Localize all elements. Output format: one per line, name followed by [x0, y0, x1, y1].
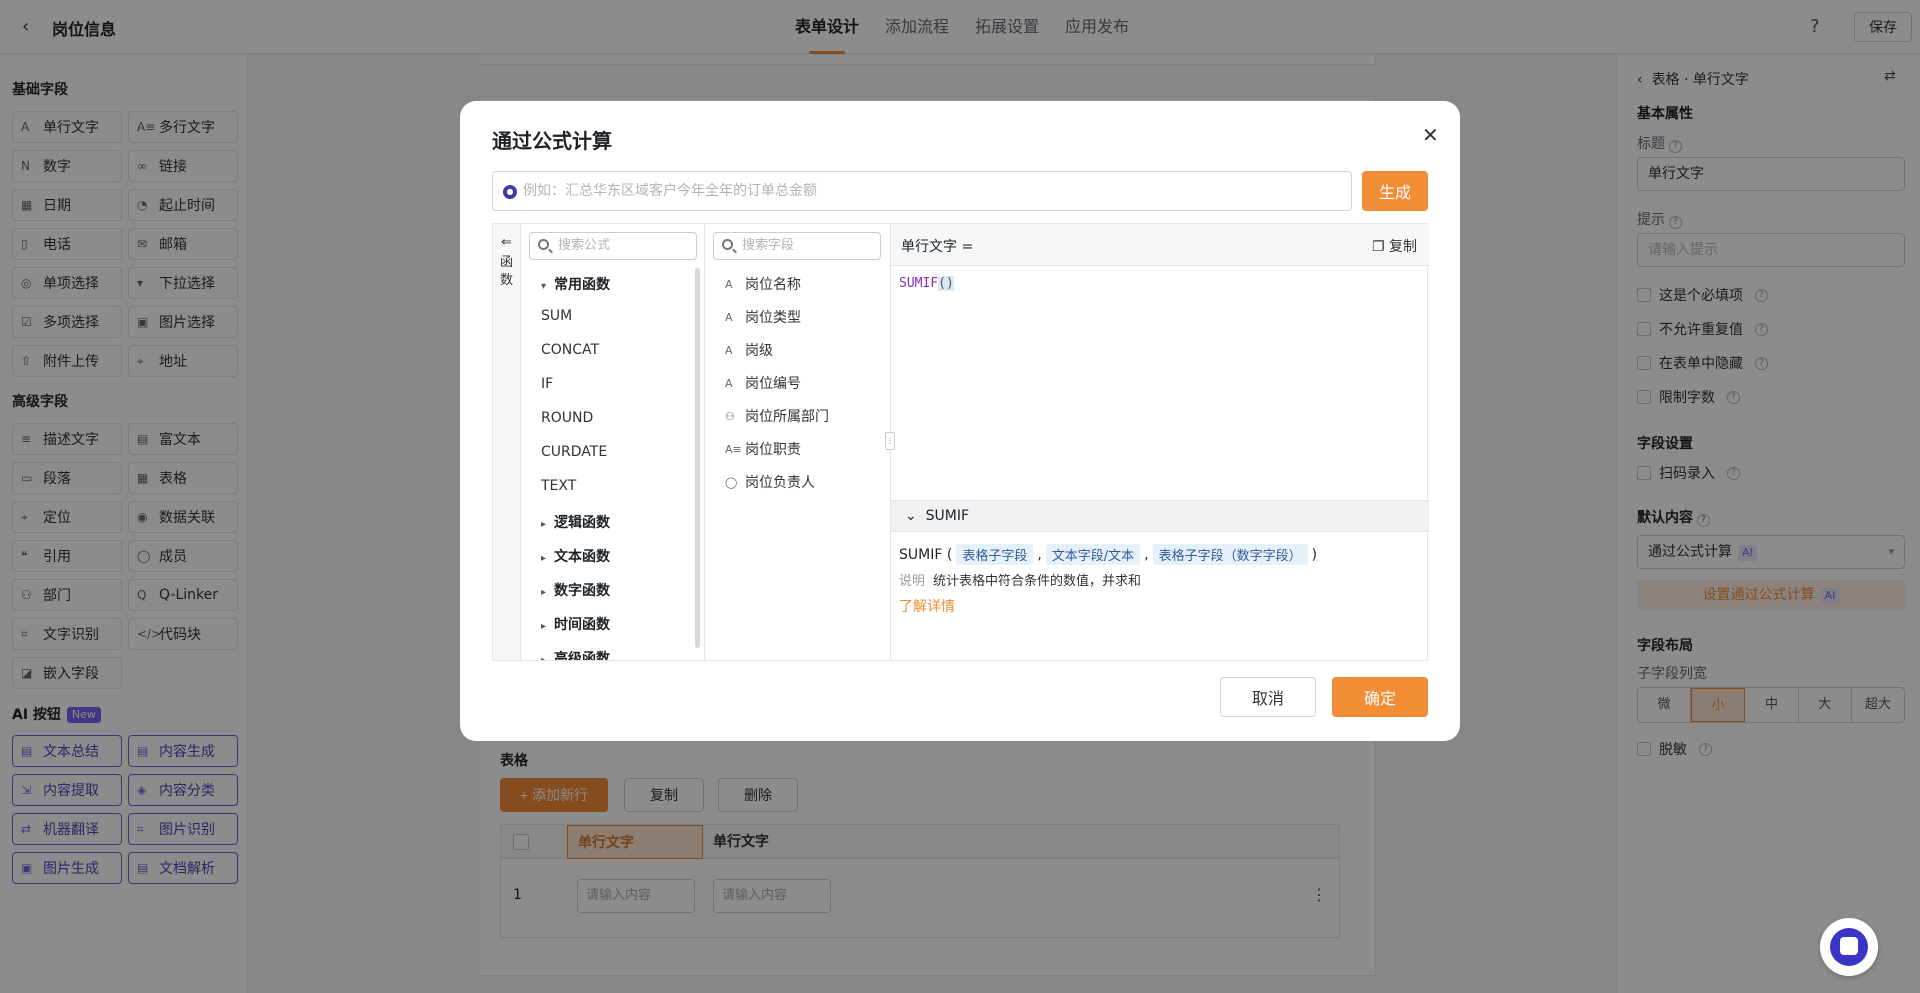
collapse-icon: ⇐: [501, 235, 512, 250]
function-group-logic[interactable]: 逻辑函数: [541, 512, 610, 532]
field-type-icon: ⚇: [725, 409, 735, 423]
chevron-down-icon: ⌄: [905, 508, 917, 524]
function-item-sum[interactable]: SUM: [541, 308, 572, 324]
function-group-text[interactable]: 文本函数: [541, 546, 610, 566]
copy-label: 复制: [1389, 239, 1417, 255]
formula-parentheses: (): [938, 276, 954, 291]
function-item-text[interactable]: TEXT: [541, 478, 576, 494]
field-item-4[interactable]: ⚇ 岗位所属部门: [725, 406, 829, 426]
function-item-curdate[interactable]: CURDATE: [541, 444, 607, 460]
function-rail-toggle[interactable]: ⇐ 函数: [493, 224, 521, 660]
formula-code[interactable]: SUMIF(): [899, 276, 954, 291]
ai-prompt-placeholder: 例如：汇总华东区域客户今年全年的订单总金额: [523, 183, 817, 199]
function-item-round[interactable]: ROUND: [541, 410, 593, 426]
description-text: 统计表格中符合条件的数值，并求和: [933, 574, 1142, 589]
field-item-0[interactable]: A 岗位名称: [725, 274, 801, 294]
copy-icon: ❐: [1371, 239, 1385, 255]
assistant-bot-icon[interactable]: [1820, 918, 1878, 976]
field-item-6[interactable]: ◯ 岗位负责人: [725, 472, 815, 492]
confirm-button[interactable]: 确定: [1332, 677, 1428, 717]
signature-close: ): [1311, 546, 1318, 563]
signature-comma: ,: [1144, 546, 1149, 563]
dialog-title: 通过公式计算: [492, 129, 612, 153]
formula-editor: 单行文字 = ❐ 复制 SUMIF() ⋮ ⌄ SUMIF SUMIF ( 表格…: [885, 224, 1429, 660]
ai-prompt-input[interactable]: ● 例如：汇总华东区域客户今年全年的订单总金额: [492, 171, 1352, 211]
field-label: 岗位职责: [745, 442, 801, 458]
description-key: 说明: [899, 574, 926, 589]
signature-arg: 表格子字段: [956, 544, 1034, 565]
formula-dialog: 通过公式计算 ✕ ● 例如：汇总华东区域客户今年全年的订单总金额 生成 ⇐ 函数…: [460, 101, 1460, 741]
formula-panel: ⇐ 函数 搜索公式 常用函数 SUM CONCAT IF ROUND CURDA…: [492, 223, 1429, 661]
function-signature: SUMIF ( 表格子字段 , 文本字段/文本 , 表格子字段（数字字段） ): [899, 544, 1317, 565]
function-search-input[interactable]: 搜索公式: [529, 232, 697, 260]
ai-logo-icon: ●: [503, 185, 517, 199]
field-type-icon: A: [725, 310, 733, 324]
signature-arg: 文本字段/文本: [1045, 544, 1141, 565]
field-type-icon: ◯: [725, 475, 738, 489]
drag-handle-icon[interactable]: ⋮: [885, 432, 895, 450]
signature-arg: 表格子字段（数字字段）: [1152, 544, 1308, 565]
field-type-icon: A: [725, 376, 733, 390]
function-help-title: SUMIF: [925, 508, 970, 524]
search-icon: [538, 239, 549, 250]
field-item-5[interactable]: A≡ 岗位职责: [725, 439, 801, 459]
field-item-2[interactable]: A 岗级: [725, 340, 773, 360]
function-group-advanced[interactable]: 高级函数: [541, 648, 610, 660]
signature-comma: ,: [1037, 546, 1042, 563]
function-search-placeholder: 搜索公式: [558, 238, 611, 253]
field-type-icon: A≡: [725, 442, 742, 456]
field-label: 岗位类型: [745, 310, 801, 326]
field-search-placeholder: 搜索字段: [742, 238, 795, 253]
learn-more-link[interactable]: 了解详情: [899, 596, 955, 616]
function-list: 搜索公式 常用函数 SUM CONCAT IF ROUND CURDATE TE…: [521, 224, 705, 660]
field-label: 岗位负责人: [745, 475, 815, 491]
field-label: 岗级: [745, 343, 773, 359]
field-label: 岗位所属部门: [745, 409, 829, 425]
field-label: 岗位名称: [745, 277, 801, 293]
generate-button[interactable]: 生成: [1362, 171, 1428, 211]
cancel-button[interactable]: 取消: [1220, 677, 1316, 717]
signature-fn: SUMIF (: [899, 546, 953, 563]
field-list: 搜索字段 A 岗位名称 A 岗位类型 A 岗级 A 岗位编号 ⚇ 岗位所属部门 A≡ 岗位职责 ◯ 岗位负…: [705, 224, 891, 660]
function-rail-label: 函数: [499, 255, 513, 288]
editor-target-label: 单行文字 =: [901, 239, 974, 255]
function-group-common[interactable]: 常用函数: [541, 274, 610, 294]
copy-formula-button[interactable]: ❐ 复制: [1372, 236, 1417, 256]
field-type-icon: A: [725, 277, 733, 291]
close-icon[interactable]: ✕: [1422, 123, 1439, 147]
search-icon: [722, 239, 733, 250]
function-list-scrollbar[interactable]: [695, 268, 700, 648]
function-group-time[interactable]: 时间函数: [541, 614, 610, 634]
field-search-input[interactable]: 搜索字段: [713, 232, 881, 260]
field-label: 岗位编号: [745, 376, 801, 392]
field-item-1[interactable]: A 岗位类型: [725, 307, 801, 327]
function-description: 说明 统计表格中符合条件的数值，并求和: [899, 570, 1141, 589]
editor-header: 单行文字 = ❐ 复制: [891, 224, 1429, 266]
function-group-number[interactable]: 数字函数: [541, 580, 610, 600]
function-item-if[interactable]: IF: [541, 376, 553, 392]
field-item-3[interactable]: A 岗位编号: [725, 373, 801, 393]
formula-function-name: SUMIF: [899, 276, 939, 291]
bot-face: [1840, 937, 1858, 955]
function-item-concat[interactable]: CONCAT: [541, 342, 599, 358]
field-type-icon: A: [725, 343, 733, 357]
function-help-header[interactable]: ⌄ SUMIF: [891, 500, 1429, 532]
